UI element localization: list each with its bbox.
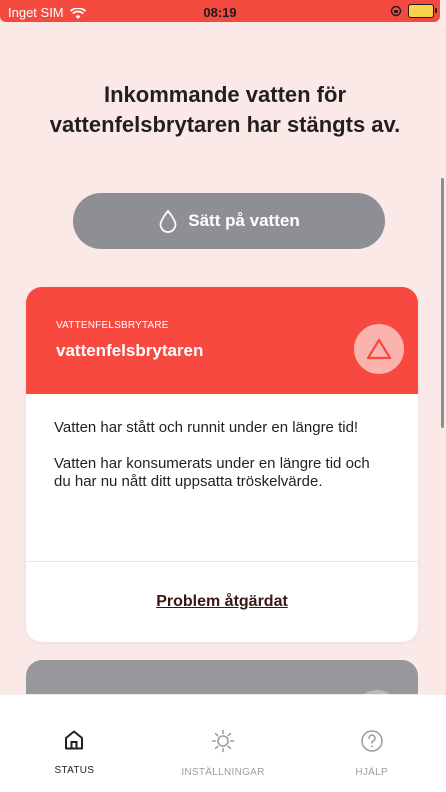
settings-icon (211, 729, 235, 753)
alert-card-body: Vatten har stått och runnit under en län… (26, 394, 418, 569)
alert-icon-badge (354, 324, 404, 374)
alert-card-header: VATTENFELSBRYTARE vattenfelsbrytaren (26, 287, 418, 394)
home-icon (65, 730, 84, 750)
alert-message: Vatten har stått och runnit under en län… (54, 419, 359, 436)
alert-title: vattenfelsbrytaren (56, 341, 204, 360)
tab-settings-label: INSTÄLLNINGAR (181, 767, 265, 778)
water-drop-icon (159, 210, 177, 233)
alert-message: Vatten har konsumerats under en längre t… (54, 455, 370, 490)
orientation-lock-icon (390, 5, 402, 17)
turn-on-water-button[interactable]: Sätt på vatten (73, 193, 385, 249)
warning-triangle-icon (366, 338, 392, 360)
tab-help-label: HJÄLP (355, 767, 388, 778)
page-title: Inkommande vatten för vattenfelsbrytaren… (49, 82, 401, 137)
tab-help[interactable]: HJÄLP (297, 695, 446, 792)
tab-status[interactable]: STATUS (0, 695, 149, 792)
clock: 08:19 (203, 5, 237, 20)
alert-category: VATTENFELSBRYTARE (56, 320, 169, 331)
battery-icon (408, 4, 437, 18)
tab-settings[interactable]: INSTÄLLNINGAR (149, 695, 298, 792)
turn-on-water-label: Sätt på vatten (188, 211, 300, 230)
tab-bar: STATUS INSTÄLLNINGAR HJÄLP (0, 694, 446, 792)
help-icon (360, 730, 383, 752)
scroll-indicator[interactable] (441, 178, 444, 428)
problem-resolved-button[interactable]: Problem åtgärdat (26, 561, 418, 642)
status-icons (390, 4, 437, 18)
status-bar: Inget SIM 08:19 (0, 0, 446, 28)
alert-card: VATTENFELSBRYTARE vattenfelsbrytaren Vat… (26, 287, 418, 642)
tab-status-label: STATUS (54, 765, 95, 776)
